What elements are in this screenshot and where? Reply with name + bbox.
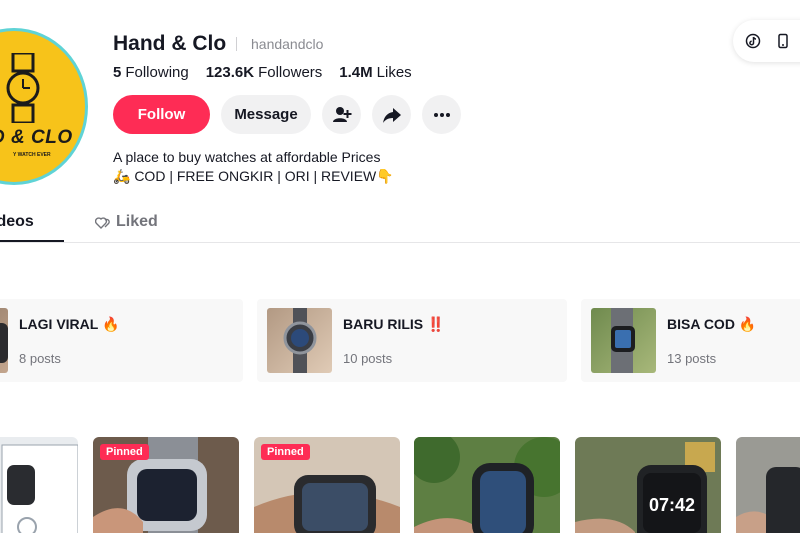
tab-liked-label: Liked (116, 213, 158, 230)
collection-thumbnail (267, 308, 332, 373)
watch-hand-image (736, 437, 800, 533)
pinned-badge: Pinned (100, 444, 149, 460)
stat-label: Followers (258, 64, 323, 81)
tab-liked[interactable]: Liked (95, 213, 158, 231)
collection-count: 8 posts (19, 351, 61, 366)
collection-title: BISA COD 🔥 (667, 316, 757, 332)
watch-thumbnail-icon (0, 323, 8, 363)
profile-bio: A place to buy watches at affordable Pri… (113, 148, 394, 186)
profile-page: D & CLO Y WATCH EVER Hand & Clo handandc… (0, 0, 800, 533)
stat-value: 5 (113, 64, 122, 81)
stat-value: 123.6K (205, 64, 255, 81)
collection-thumbnail (591, 308, 656, 373)
collection-card[interactable]: BARU RILIS ‼️ 10 posts (257, 299, 567, 382)
watch-digital-image: 07:42 (575, 437, 721, 533)
video-thumbnail[interactable] (736, 437, 800, 533)
add-user-icon (332, 106, 351, 122)
profile-stats: 5 Following 123.6K Followers 1.4M Likes (113, 64, 412, 81)
collection-count: 13 posts (667, 351, 717, 366)
tab-divider (0, 242, 800, 243)
tab-videos[interactable]: ideos (0, 213, 34, 231)
video-thumbnail[interactable]: Pinned (93, 437, 239, 533)
name-separator (236, 37, 237, 51)
follow-button[interactable]: Follow (113, 95, 210, 134)
tiktok-icon[interactable] (745, 33, 761, 49)
stat-likes: 1.4M Likes (339, 64, 411, 81)
profile-handle: handandclo (251, 36, 324, 52)
collection-count: 10 posts (343, 351, 393, 366)
collection-thumbnail (0, 308, 8, 373)
profile-name: Hand & Clo (113, 32, 227, 55)
stat-followers[interactable]: 123.6K Followers (206, 64, 323, 81)
watch-box-image (0, 437, 78, 533)
avatar-tagline: Y WATCH EVER (13, 152, 51, 158)
stat-value: 1.4M (339, 64, 373, 81)
video-thumbnail[interactable] (0, 437, 78, 533)
watch-thumbnail-icon (283, 308, 317, 373)
watch-time-text: 07:42 (649, 495, 695, 515)
video-thumbnail[interactable] (414, 437, 560, 533)
avatar[interactable]: D & CLO Y WATCH EVER (0, 28, 88, 185)
video-thumbnail[interactable]: Pinned (254, 437, 400, 533)
collection-title: LAGI VIRAL 🔥 (19, 316, 120, 332)
watch-thumbnail-icon (611, 308, 635, 373)
phone-icon[interactable] (775, 33, 791, 49)
stat-label: Likes (376, 64, 412, 81)
more-dots-icon (433, 112, 450, 117)
watch-plants-image (414, 437, 560, 533)
avatar-brand-text: D & CLO (0, 127, 73, 148)
bio-line: 🛵 COD | FREE ONGKIR | ORI | REVIEW👇 (113, 168, 394, 184)
collection-card[interactable]: BISA COD 🔥 13 posts (581, 299, 800, 382)
collection-card[interactable]: LAGI VIRAL 🔥 8 posts (0, 299, 243, 382)
liked-hearts-icon (95, 216, 110, 229)
share-button[interactable] (372, 95, 411, 134)
bio-line: A place to buy watches at affordable Pri… (113, 149, 381, 165)
video-thumbnail[interactable]: 07:42 (575, 437, 721, 533)
more-options-button[interactable] (422, 95, 461, 134)
watch-logo-icon (6, 53, 40, 123)
stat-label: Following (125, 64, 189, 81)
stat-following[interactable]: 5 Following (113, 64, 189, 81)
pinned-badge: Pinned (261, 444, 310, 460)
share-arrow-icon (382, 107, 401, 123)
top-right-toolbar (733, 20, 800, 62)
collection-title: BARU RILIS ‼️ (343, 316, 445, 332)
message-button[interactable]: Message (221, 95, 311, 134)
add-friend-button[interactable] (322, 95, 361, 134)
